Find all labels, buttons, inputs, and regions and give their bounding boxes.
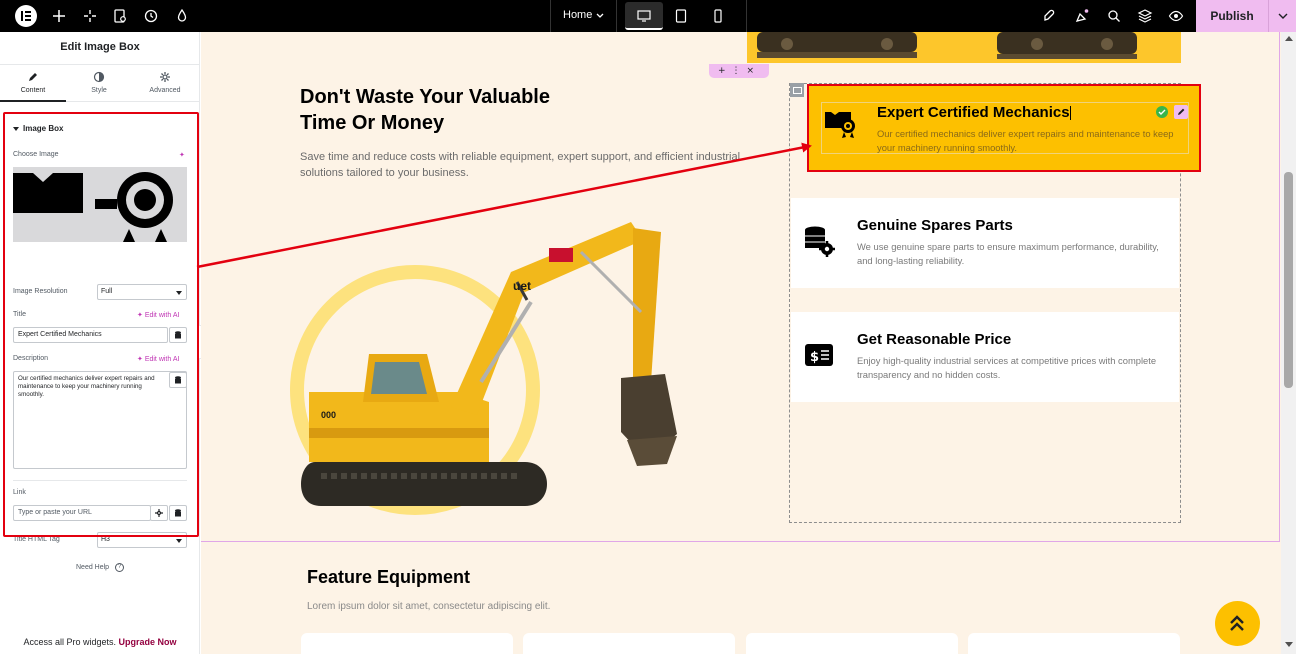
card-title[interactable]: Get Reasonable Price: [857, 331, 1011, 348]
editor-canvas: +⋮× Don't Waste Your Valuable Time Or Mo…: [201, 32, 1281, 654]
image-box-card-selected[interactable]: Expert Certified Mechanics Our certified…: [807, 84, 1201, 172]
tab-advanced[interactable]: Advanced: [132, 65, 198, 102]
add-icon[interactable]: [51, 8, 67, 24]
topbar-divider: [746, 0, 747, 32]
title-tag-label: Title HTML Tag: [13, 536, 60, 543]
scroll-thumb[interactable]: [1284, 172, 1293, 388]
desktop-icon: [637, 10, 651, 22]
launch-icon[interactable]: [1041, 8, 1057, 24]
excavator-image[interactable]: uet 000: [281, 192, 681, 522]
panel-tabs: Content Style Advanced: [0, 64, 200, 102]
section-handle[interactable]: +⋮×: [709, 64, 769, 78]
tab-label: Content: [20, 87, 46, 94]
need-help-link[interactable]: Need Help: [76, 564, 109, 571]
contrast-icon: [93, 71, 105, 83]
coins-gear-icon: [805, 226, 835, 257]
feature-section-title[interactable]: Feature Equipment: [307, 567, 470, 588]
pencil-icon: [29, 73, 37, 81]
publish-button[interactable]: Publish: [1196, 0, 1268, 32]
pro-banner: Access all Pro widgets. Upgrade Now: [0, 630, 200, 654]
column-handle[interactable]: [790, 83, 804, 97]
dollar-bill-icon: $: [805, 344, 833, 366]
gear-icon: [160, 72, 170, 82]
feature-card[interactable]: [746, 633, 958, 654]
publish-options-button[interactable]: [1268, 0, 1296, 32]
image-box-card[interactable]: $ Get Reasonable Price Enjoy high-qualit…: [791, 312, 1179, 402]
chevron-down-icon: [1278, 13, 1288, 19]
notifications-icon[interactable]: [1074, 8, 1090, 24]
card-description[interactable]: Our certified mechanics deliver expert r…: [877, 127, 1181, 155]
page-selector[interactable]: Home: [563, 9, 592, 21]
double-chevron-up-icon: [1230, 615, 1244, 631]
editor-topbar: Home Publish: [0, 0, 1296, 32]
card-description[interactable]: We use genuine spare parts to ensure max…: [857, 240, 1167, 268]
feature-card[interactable]: [523, 633, 735, 654]
panel-title: Edit Image Box: [60, 41, 140, 53]
feature-card[interactable]: [968, 633, 1180, 654]
search-icon[interactable]: [1106, 8, 1122, 24]
mobile-view-button[interactable]: [699, 2, 737, 30]
help-icon[interactable]: ?: [115, 563, 124, 572]
tablet-view-button[interactable]: [662, 2, 700, 30]
canvas-scrollbar[interactable]: [1281, 32, 1296, 654]
certificate-envelope-icon: [825, 112, 855, 138]
image-box-card[interactable]: Genuine Spares Parts We use genuine spar…: [791, 198, 1179, 288]
scroll-up-arrow[interactable]: [1285, 36, 1293, 41]
card-title[interactable]: Genuine Spares Parts: [857, 217, 1013, 234]
mobile-icon: [714, 9, 722, 23]
svg-text:$: $: [810, 350, 819, 365]
upgrade-link[interactable]: Upgrade Now: [119, 637, 177, 647]
topbar-divider: [550, 0, 551, 32]
svg-text:000: 000: [321, 410, 336, 420]
svg-text:uet: uet: [513, 279, 531, 293]
tablet-icon: [675, 9, 687, 23]
check-icon[interactable]: [1156, 106, 1168, 118]
text-caret: [1070, 106, 1071, 120]
site-settings-icon[interactable]: [174, 8, 190, 24]
card-description[interactable]: Enjoy high-quality industrial services a…: [857, 354, 1167, 382]
desktop-view-button[interactable]: [625, 2, 663, 30]
elementor-logo-icon[interactable]: [15, 5, 37, 27]
tab-content[interactable]: Content: [0, 65, 66, 102]
annotation-highlight-box: [3, 112, 199, 537]
chevron-down-icon[interactable]: [595, 9, 605, 23]
feature-card[interactable]: [301, 633, 513, 654]
page-settings-icon[interactable]: [112, 8, 128, 24]
topbar-divider: [616, 0, 617, 32]
feature-section-subtitle[interactable]: Lorem ipsum dolor sit amet, consectetur …: [307, 601, 550, 612]
hero-subtitle[interactable]: Save time and reduce costs with reliable…: [300, 149, 770, 181]
pro-text: Access all Pro widgets.: [23, 637, 116, 647]
back-to-top-button[interactable]: [1215, 601, 1260, 646]
history-icon[interactable]: [143, 8, 159, 24]
navigator-icon[interactable]: [1137, 8, 1153, 24]
structure-icon[interactable]: [82, 8, 98, 24]
tab-label: Advanced: [149, 87, 181, 94]
scroll-down-arrow[interactable]: [1285, 642, 1293, 647]
tab-label: Style: [91, 87, 107, 94]
edit-pencil-icon[interactable]: [1174, 105, 1188, 119]
hero-title[interactable]: Don't Waste Your Valuable Time Or Money: [300, 84, 600, 136]
card-title[interactable]: Expert Certified Mechanics: [877, 104, 1070, 121]
preview-icon[interactable]: [1168, 8, 1184, 24]
tab-style[interactable]: Style: [66, 65, 132, 102]
